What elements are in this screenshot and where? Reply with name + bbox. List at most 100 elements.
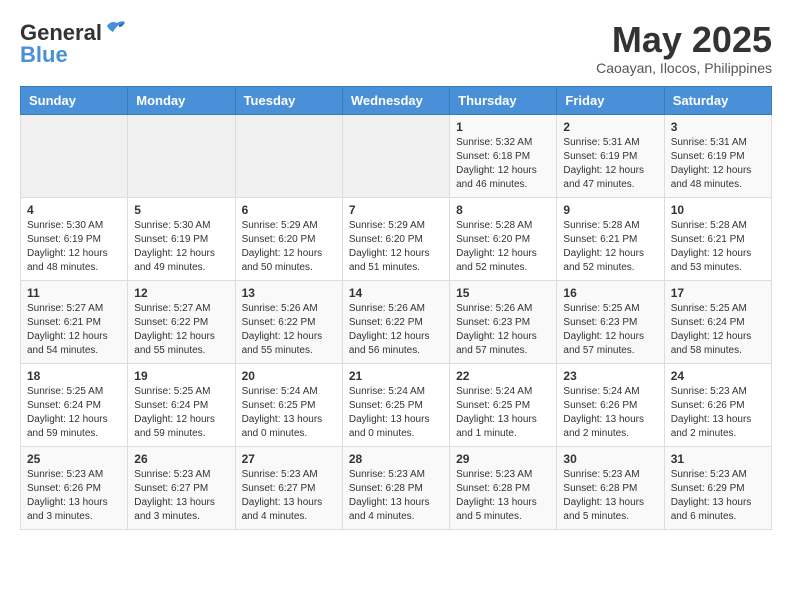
calendar-cell: 24Sunrise: 5:23 AM Sunset: 6:26 PM Dayli… [664,363,771,446]
calendar-cell: 7 Sunrise: 5:29 AM Sunset: 6:20 PM Daylig… [342,197,449,280]
day-info: Sunrise: 5:32 AM Sunset: 6:18 PM Dayligh… [456,136,550,192]
day-info: Sunrise: 5:25 AM Sunset: 6:23 PM Dayligh… [563,302,657,358]
day-info: Sunrise: 5:30 AM Sunset: 6:19 PM Dayligh… [134,219,228,275]
weekday-header-row: SundayMondayTuesdayWednesdayThursdayFrid… [21,86,772,114]
day-number: 19 [134,369,228,383]
day-number: 18 [27,369,121,383]
calendar-cell: 20 Sunrise: 5:24 AM Sunset: 6:25 PM Dayli… [235,363,342,446]
calendar-cell: 16 Sunrise: 5:25 AM Sunset: 6:23 PM Dayli… [557,280,664,363]
day-info: Sunrise: 5:23 AM Sunset: 6:27 PM Dayligh… [242,468,336,524]
weekday-header-monday: Monday [128,86,235,114]
day-number: 11 [27,286,121,300]
weekday-header-sunday: Sunday [21,86,128,114]
calendar-cell: 18 Sunrise: 5:25 AM Sunset: 6:24 PM Dayli… [21,363,128,446]
day-number: 28 [349,452,443,466]
day-info: Sunrise: 5:24 AM Sunset: 6:26 PM Dayligh… [563,385,657,441]
calendar-cell: 28 Sunrise: 5:23 AM Sunset: 6:28 PM Dayli… [342,446,449,529]
day-info: Sunrise: 5:29 AM Sunset: 6:20 PM Dayligh… [242,219,336,275]
calendar-cell: 6 Sunrise: 5:29 AM Sunset: 6:20 PM Daylig… [235,197,342,280]
day-number: 9 [563,203,657,217]
day-number: 6 [242,203,336,217]
calendar-cell: 29 Sunrise: 5:23 AM Sunset: 6:28 PM Dayli… [450,446,557,529]
day-info: Sunrise: 5:23 AM Sunset: 6:28 PM Dayligh… [349,468,443,524]
day-info: Sunrise: 5:25 AM Sunset: 6:24 PM Dayligh… [27,385,121,441]
calendar-cell: 2Sunrise: 5:31 AM Sunset: 6:19 PM Daylig… [557,114,664,197]
calendar-cell: 15Sunrise: 5:26 AM Sunset: 6:23 PM Dayli… [450,280,557,363]
day-number: 29 [456,452,550,466]
calendar-cell: 23 Sunrise: 5:24 AM Sunset: 6:26 PM Dayli… [557,363,664,446]
calendar-cell: 21Sunrise: 5:24 AM Sunset: 6:25 PM Dayli… [342,363,449,446]
day-number: 23 [563,369,657,383]
day-number: 15 [456,286,550,300]
day-number: 17 [671,286,765,300]
day-info: Sunrise: 5:28 AM Sunset: 6:21 PM Dayligh… [671,219,765,275]
day-info: Sunrise: 5:29 AM Sunset: 6:20 PM Dayligh… [349,219,443,275]
day-number: 2 [563,120,657,134]
title-block: May 2025 Caoayan, Ilocos, Philippines [596,20,772,76]
day-number: 8 [456,203,550,217]
day-number: 4 [27,203,121,217]
day-number: 27 [242,452,336,466]
day-info: Sunrise: 5:23 AM Sunset: 6:28 PM Dayligh… [563,468,657,524]
calendar-table: SundayMondayTuesdayWednesdayThursdayFrid… [20,86,772,530]
day-number: 12 [134,286,228,300]
day-info: Sunrise: 5:24 AM Sunset: 6:25 PM Dayligh… [456,385,550,441]
calendar-cell: 19 Sunrise: 5:25 AM Sunset: 6:24 PM Dayli… [128,363,235,446]
day-info: Sunrise: 5:23 AM Sunset: 6:28 PM Dayligh… [456,468,550,524]
week-row-4: 18 Sunrise: 5:25 AM Sunset: 6:24 PM Dayli… [21,363,772,446]
day-info: Sunrise: 5:28 AM Sunset: 6:20 PM Dayligh… [456,219,550,275]
week-row-2: 4 Sunrise: 5:30 AM Sunset: 6:19 PM Daylig… [21,197,772,280]
day-info: Sunrise: 5:23 AM Sunset: 6:26 PM Dayligh… [27,468,121,524]
calendar-cell: 22Sunrise: 5:24 AM Sunset: 6:25 PM Dayli… [450,363,557,446]
day-number: 21 [349,369,443,383]
calendar-cell: 30 Sunrise: 5:23 AM Sunset: 6:28 PM Dayli… [557,446,664,529]
day-number: 10 [671,203,765,217]
day-info: Sunrise: 5:28 AM Sunset: 6:21 PM Dayligh… [563,219,657,275]
day-info: Sunrise: 5:26 AM Sunset: 6:22 PM Dayligh… [242,302,336,358]
day-number: 30 [563,452,657,466]
calendar-cell: 5 Sunrise: 5:30 AM Sunset: 6:19 PM Daylig… [128,197,235,280]
logo: General Blue [20,20,127,68]
day-number: 13 [242,286,336,300]
calendar-cell: 13 Sunrise: 5:26 AM Sunset: 6:22 PM Dayli… [235,280,342,363]
calendar-cell: 1Sunrise: 5:32 AM Sunset: 6:18 PM Daylig… [450,114,557,197]
calendar-cell: 3 Sunrise: 5:31 AM Sunset: 6:19 PM Daylig… [664,114,771,197]
weekday-header-wednesday: Wednesday [342,86,449,114]
day-info: Sunrise: 5:30 AM Sunset: 6:19 PM Dayligh… [27,219,121,275]
logo-bird-icon [105,18,127,41]
day-info: Sunrise: 5:25 AM Sunset: 6:24 PM Dayligh… [671,302,765,358]
day-number: 20 [242,369,336,383]
calendar-cell: 4 Sunrise: 5:30 AM Sunset: 6:19 PM Daylig… [21,197,128,280]
calendar-cell [342,114,449,197]
day-number: 7 [349,203,443,217]
calendar-cell: 10 Sunrise: 5:28 AM Sunset: 6:21 PM Dayli… [664,197,771,280]
day-number: 3 [671,120,765,134]
day-info: Sunrise: 5:24 AM Sunset: 6:25 PM Dayligh… [242,385,336,441]
day-number: 31 [671,452,765,466]
calendar-cell: 11Sunrise: 5:27 AM Sunset: 6:21 PM Dayli… [21,280,128,363]
calendar-cell: 26Sunrise: 5:23 AM Sunset: 6:27 PM Dayli… [128,446,235,529]
day-number: 16 [563,286,657,300]
location-text: Caoayan, Ilocos, Philippines [596,60,772,76]
day-info: Sunrise: 5:27 AM Sunset: 6:22 PM Dayligh… [134,302,228,358]
weekday-header-tuesday: Tuesday [235,86,342,114]
calendar-cell: 14Sunrise: 5:26 AM Sunset: 6:22 PM Dayli… [342,280,449,363]
weekday-header-friday: Friday [557,86,664,114]
page-header: General Blue May 2025 Caoayan, Ilocos, P… [20,20,772,76]
week-row-1: 1Sunrise: 5:32 AM Sunset: 6:18 PM Daylig… [21,114,772,197]
weekday-header-thursday: Thursday [450,86,557,114]
day-info: Sunrise: 5:23 AM Sunset: 6:29 PM Dayligh… [671,468,765,524]
calendar-cell [128,114,235,197]
day-number: 14 [349,286,443,300]
calendar-cell [235,114,342,197]
logo-blue-text: Blue [20,42,68,68]
weekday-header-saturday: Saturday [664,86,771,114]
month-title: May 2025 [596,20,772,60]
calendar-cell: 9 Sunrise: 5:28 AM Sunset: 6:21 PM Daylig… [557,197,664,280]
day-info: Sunrise: 5:31 AM Sunset: 6:19 PM Dayligh… [671,136,765,192]
day-number: 5 [134,203,228,217]
calendar-cell: 17 Sunrise: 5:25 AM Sunset: 6:24 PM Dayli… [664,280,771,363]
day-info: Sunrise: 5:25 AM Sunset: 6:24 PM Dayligh… [134,385,228,441]
day-info: Sunrise: 5:23 AM Sunset: 6:27 PM Dayligh… [134,468,228,524]
calendar-cell: 27 Sunrise: 5:23 AM Sunset: 6:27 PM Dayli… [235,446,342,529]
